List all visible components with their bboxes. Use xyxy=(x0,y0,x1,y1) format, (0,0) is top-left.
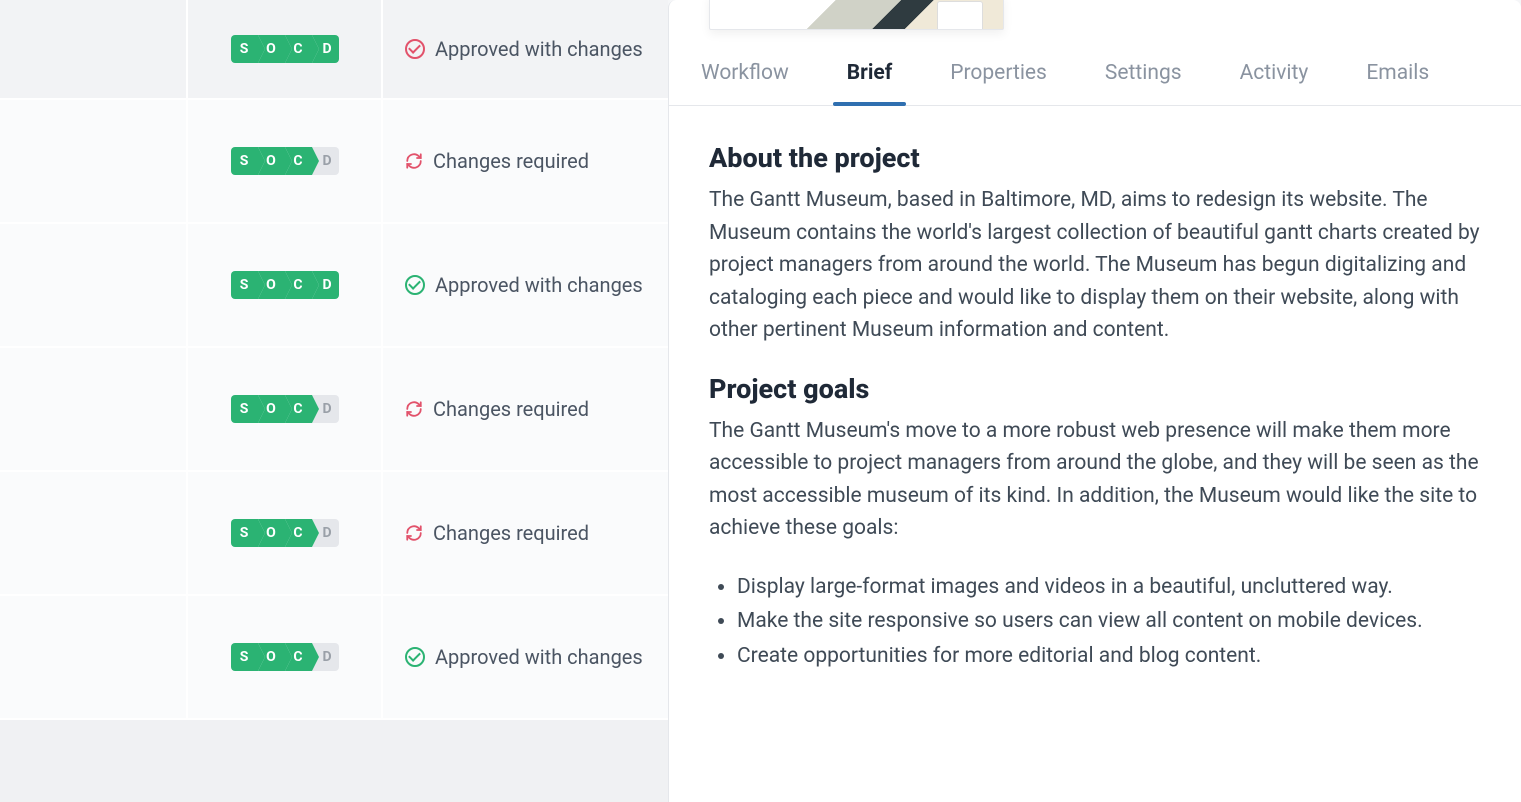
workflow-stage-badge[interactable]: SOCD xyxy=(231,519,339,547)
workflow-stage-badge[interactable]: SOCD xyxy=(231,35,339,63)
status-text: Changes required xyxy=(433,397,589,421)
workflow-stage-badge[interactable]: SOCD xyxy=(231,147,339,175)
status-text: Approved with changes xyxy=(435,645,643,669)
workflow-stage-badge[interactable]: SOCD xyxy=(231,271,339,299)
task-row[interactable]: SOCD Changes required xyxy=(0,348,668,472)
thumbnail-area xyxy=(669,0,1521,40)
tab-properties[interactable]: Properties xyxy=(950,40,1047,105)
section-heading-about: About the project xyxy=(709,142,1481,174)
status-cell: Changes required xyxy=(383,472,668,594)
status-cell: Approved with changes xyxy=(383,596,668,718)
check-circle-icon xyxy=(405,39,425,59)
status-cell: Approved with changes xyxy=(383,224,668,346)
task-list-panel: SOCD Approved with changes SOCD Changes req… xyxy=(0,0,668,802)
goals-list: Display large-format images and videos i… xyxy=(709,571,1481,673)
row-spacer xyxy=(0,596,188,718)
stage-cell: SOCD xyxy=(188,224,383,346)
stage-cell: SOCD xyxy=(188,596,383,718)
status-cell: Changes required xyxy=(383,100,668,222)
status-text: Changes required xyxy=(433,149,589,173)
check-circle-icon xyxy=(405,275,425,295)
row-spacer xyxy=(0,472,188,594)
stage-cell: SOCD xyxy=(188,472,383,594)
about-paragraph: The Gantt Museum, based in Baltimore, MD… xyxy=(709,184,1481,347)
refresh-icon xyxy=(405,524,423,542)
stage-segment: S xyxy=(231,35,258,63)
task-row[interactable]: SOCD Changes required xyxy=(0,100,668,224)
workflow-stage-badge[interactable]: SOCD xyxy=(231,395,339,423)
task-row[interactable]: SOCD Approved with changes xyxy=(0,224,668,348)
row-spacer xyxy=(0,224,188,346)
detail-panel: Workflow Brief Properties Settings Activity E… xyxy=(668,0,1521,802)
task-row[interactable]: SOCD Changes required xyxy=(0,472,668,596)
status-text: Approved with changes xyxy=(435,273,643,297)
tab-workflow[interactable]: Workflow xyxy=(701,40,789,105)
stage-segment: S xyxy=(231,395,258,423)
tab-brief[interactable]: Brief xyxy=(847,40,893,105)
status-cell: Changes required xyxy=(383,348,668,470)
stage-cell: SOCD xyxy=(188,100,383,222)
goal-item: Create opportunities for more editorial … xyxy=(737,640,1481,673)
goals-paragraph: The Gantt Museum's move to a more robust… xyxy=(709,415,1481,545)
row-spacer xyxy=(0,0,188,98)
row-spacer xyxy=(0,100,188,222)
stage-cell: SOCD xyxy=(188,0,383,98)
app-root: SOCD Approved with changes SOCD Changes req… xyxy=(0,0,1521,802)
row-spacer xyxy=(0,348,188,470)
stage-segment: S xyxy=(231,147,258,175)
task-row[interactable]: SOCD Approved with changes xyxy=(0,596,668,720)
status-text: Changes required xyxy=(433,521,589,545)
section-heading-goals: Project goals xyxy=(709,373,1481,405)
status-text: Approved with changes xyxy=(435,37,643,61)
tab-settings[interactable]: Settings xyxy=(1105,40,1182,105)
refresh-icon xyxy=(405,400,423,418)
project-thumbnail xyxy=(709,0,1004,30)
task-row[interactable]: SOCD Approved with changes xyxy=(0,0,668,100)
check-circle-icon xyxy=(405,647,425,667)
stage-segment: S xyxy=(231,271,258,299)
detail-tabs: Workflow Brief Properties Settings Activity E… xyxy=(669,40,1521,106)
workflow-stage-badge[interactable]: SOCD xyxy=(231,643,339,671)
tab-activity[interactable]: Activity xyxy=(1240,40,1309,105)
goal-item: Display large-format images and videos i… xyxy=(737,571,1481,604)
status-cell: Approved with changes xyxy=(383,0,668,98)
stage-segment: S xyxy=(231,643,258,671)
stage-cell: SOCD xyxy=(188,348,383,470)
goal-item: Make the site responsive so users can vi… xyxy=(737,605,1481,638)
stage-segment: S xyxy=(231,519,258,547)
brief-content: About the project The Gantt Museum, base… xyxy=(669,106,1521,715)
refresh-icon xyxy=(405,152,423,170)
tab-emails[interactable]: Emails xyxy=(1366,40,1429,105)
